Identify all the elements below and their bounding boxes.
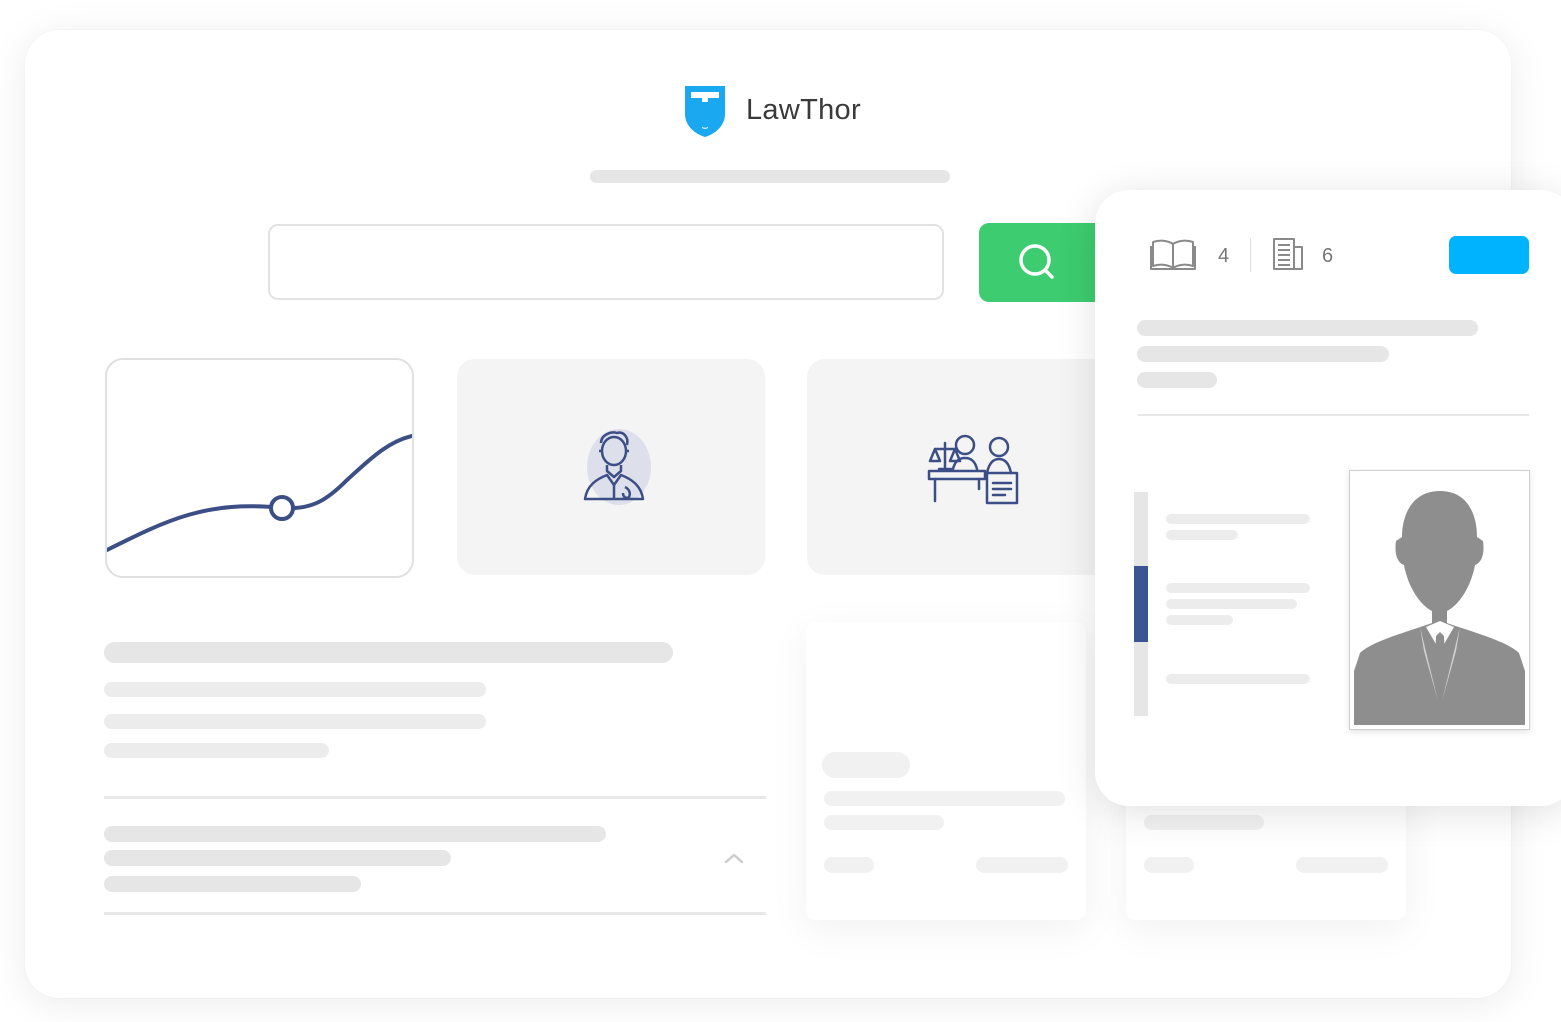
divider (104, 796, 766, 799)
stat-separator (1250, 238, 1251, 272)
courtroom-icon (927, 434, 1019, 505)
card-line-placeholder (824, 815, 944, 830)
timeline-item-placeholder (1166, 583, 1310, 593)
accordion-line-placeholder (104, 826, 606, 842)
profile-photo (1349, 470, 1530, 730)
card-line-placeholder (1144, 815, 1264, 830)
timeline-item-placeholder (1166, 615, 1233, 625)
search-input[interactable] (268, 224, 944, 300)
trend-chart-card[interactable] (105, 358, 414, 578)
card-meta-placeholder (824, 857, 874, 873)
line-chart-icon (107, 434, 412, 552)
lawyer-icon (583, 429, 651, 505)
card-meta-placeholder (976, 857, 1068, 873)
panel-title-placeholder (1137, 320, 1478, 336)
timeline-active-segment[interactable] (1134, 566, 1148, 642)
content-line-placeholder (104, 714, 486, 729)
lawthor-shield-icon (685, 86, 725, 137)
divider (104, 912, 766, 915)
card-line-placeholder (824, 791, 1065, 806)
panel-action-button[interactable] (1449, 236, 1529, 274)
result-card[interactable] (806, 622, 1086, 920)
timeline-item-placeholder (1166, 514, 1310, 524)
search-icon (1019, 244, 1054, 279)
subtitle-placeholder (590, 170, 950, 183)
accordion-line-placeholder (104, 876, 361, 892)
accordion-item[interactable] (104, 816, 766, 906)
chevron-up-icon[interactable] (723, 851, 745, 865)
document-icon (1273, 238, 1303, 270)
content-line-placeholder (104, 682, 486, 697)
card-meta-placeholder (1144, 857, 1194, 873)
panel-divider (1138, 414, 1529, 416)
search-button[interactable] (979, 223, 1109, 302)
book-icon (1150, 239, 1196, 270)
court-card[interactable] (807, 359, 1115, 575)
content-title-placeholder (104, 642, 673, 663)
content-line-placeholder (104, 743, 329, 758)
timeline-item-placeholder (1166, 599, 1297, 609)
person-silhouette-icon (1354, 475, 1525, 725)
books-count: 4 (1218, 245, 1230, 267)
documents-count: 6 (1322, 245, 1334, 267)
panel-line-placeholder (1137, 346, 1389, 362)
timeline-item-placeholder (1166, 530, 1238, 540)
accordion-line-placeholder (104, 850, 451, 866)
timeline-item-placeholder (1166, 674, 1310, 684)
panel-line-placeholder (1137, 372, 1217, 388)
app-title: LawThor (746, 94, 861, 126)
lawyer-card[interactable] (457, 359, 765, 575)
card-meta-placeholder (1296, 857, 1388, 873)
card-tag-placeholder (822, 752, 910, 778)
